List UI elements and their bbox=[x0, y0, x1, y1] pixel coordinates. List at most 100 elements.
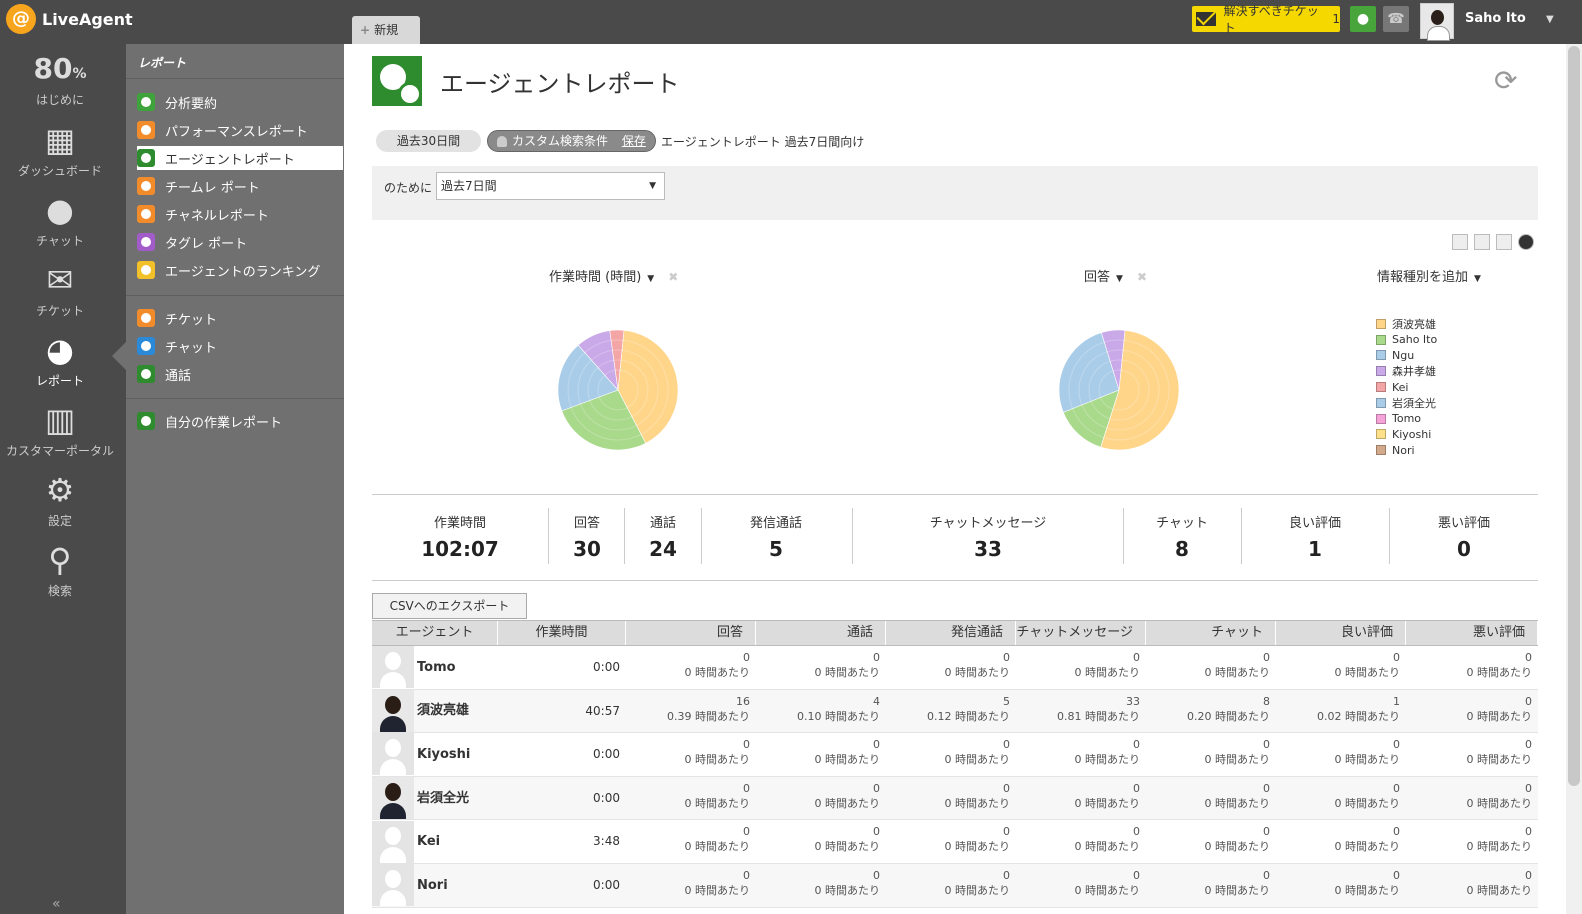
agent-name[interactable]: Kei bbox=[417, 834, 440, 849]
area-chart-view-icon[interactable] bbox=[1452, 234, 1468, 250]
metric-rate: 0 時間あたり bbox=[1334, 840, 1401, 854]
metric-rate: 0 時間あたり bbox=[1466, 840, 1533, 854]
agent-name[interactable]: Tomo bbox=[417, 660, 456, 675]
legend-item[interactable]: Nori bbox=[1376, 442, 1437, 458]
agent-name[interactable]: 岩須全光 bbox=[417, 791, 469, 806]
chart-view-switcher bbox=[1452, 234, 1534, 250]
export-csv-button[interactable]: CSVへのエクスポート bbox=[372, 593, 527, 619]
legend-item[interactable]: Ngu bbox=[1376, 348, 1437, 364]
legend-item[interactable]: 岩須全光 bbox=[1376, 395, 1437, 411]
table-row[interactable]: 岩須全光 0:00 0 0 時間あたり 0 0 時間あたり 0 0 時間あたり 0 0 時間あたり… bbox=[372, 776, 1538, 821]
legend-item[interactable]: 須波亮雄 bbox=[1376, 316, 1437, 332]
nav-settings[interactable]: ⚙ 設定 bbox=[0, 472, 120, 529]
subnav-item-my-work-report[interactable]: 自分の作業レポート bbox=[137, 409, 343, 433]
stat-good-ratings: 良い評価 1 bbox=[1243, 512, 1387, 561]
work-time-cell: 0:00 bbox=[593, 747, 620, 762]
metric-count: 0 bbox=[743, 781, 750, 795]
add-info-type-select[interactable]: 情報種別を追加 ▼ bbox=[1377, 266, 1481, 285]
subnav-item-team-report[interactable]: チームレ ポート bbox=[137, 174, 343, 198]
line-chart-view-icon[interactable] bbox=[1474, 234, 1490, 250]
liveagent-logo[interactable]: @ LiveAgent bbox=[6, 4, 133, 34]
pending-tickets-button[interactable]: 解決すべきチケット 1 bbox=[1192, 4, 1340, 35]
envelope-icon: ✉ bbox=[46, 261, 74, 299]
nav-getting-started[interactable]: 80% はじめに bbox=[0, 52, 120, 108]
metric-count: 0 bbox=[873, 781, 880, 795]
subnav-item-label: チャネルレポート bbox=[165, 208, 269, 224]
legend-item[interactable]: Kei bbox=[1376, 379, 1437, 395]
stat-calls: 通話 24 bbox=[626, 512, 700, 561]
phone-status-icon[interactable]: ☎ bbox=[1383, 6, 1409, 32]
custom-filter-pill[interactable]: カスタム検索条件 保存 bbox=[487, 130, 656, 152]
agent-name[interactable]: Nori bbox=[417, 878, 448, 893]
period-select[interactable]: 過去7日間 ▼ bbox=[436, 172, 665, 200]
table-row[interactable]: 須波亮雄 40:57 16 0.39 時間あたり 4 0.10 時間あたり 5 0.12 時間… bbox=[372, 689, 1538, 734]
work-time-cell: 0:00 bbox=[593, 660, 620, 674]
table-row[interactable]: Kei 3:48 0 0 時間あたり 0 0 時間あたり 0 0 時間あたり 0 0 時間あたり 0… bbox=[372, 820, 1538, 864]
metric-cell: 00 時間あたり bbox=[1406, 690, 1538, 733]
subnav-item-agent-ranking[interactable]: エージェントのランキング bbox=[137, 258, 343, 282]
subnav-item-analysis-summary[interactable]: 分析要約 bbox=[137, 90, 343, 114]
table-row[interactable]: Nori 0:00 0 0 時間あたり 0 0 時間あたり 0 0 時間あたり 0 0 時間あたり… bbox=[372, 863, 1538, 908]
divider bbox=[126, 78, 344, 79]
scrollbar-thumb[interactable] bbox=[1568, 46, 1580, 786]
stat-value: 8 bbox=[1175, 537, 1189, 561]
chat-status-icon[interactable]: ● bbox=[1350, 6, 1376, 32]
legend-item[interactable]: Kiyoshi bbox=[1376, 427, 1437, 443]
column-header[interactable]: 通話 bbox=[756, 621, 886, 645]
subnav-item-tag-report[interactable]: タグレ ポート bbox=[137, 230, 343, 254]
legend-item[interactable]: Tomo bbox=[1376, 411, 1437, 427]
top-bar: @ LiveAgent + 新規 解決すべきチケット 1 ● ☎ Saho Ito… bbox=[0, 0, 1582, 44]
column-header[interactable]: エージェント bbox=[372, 621, 498, 645]
nav-search[interactable]: ⚲ 検索 bbox=[0, 542, 120, 599]
subnav-item-chat[interactable]: チャット bbox=[137, 334, 343, 358]
user-avatar[interactable] bbox=[1420, 3, 1454, 41]
metric-rate: 0.12 時間あたり bbox=[927, 709, 1010, 723]
nav-tickets[interactable]: ✉ チケット bbox=[0, 262, 120, 319]
chevron-down-icon[interactable]: ▼ bbox=[1546, 14, 1554, 25]
new-tab-button[interactable]: + 新規 bbox=[352, 16, 420, 44]
legend-item[interactable]: 森井孝雄 bbox=[1376, 363, 1437, 379]
agent-name[interactable]: Kiyoshi bbox=[417, 747, 470, 762]
report-icon bbox=[137, 149, 155, 167]
legend-item[interactable]: Saho Ito bbox=[1376, 332, 1437, 348]
left-chart-metric-select[interactable]: 作業時間 (時間) ▼ ✖ bbox=[549, 266, 678, 285]
save-filter-link[interactable]: 保存 bbox=[622, 134, 646, 148]
column-header[interactable]: 作業時間 bbox=[498, 621, 626, 645]
column-header[interactable]: 回答 bbox=[626, 621, 756, 645]
filter-pill-30-days[interactable]: 過去30日間 bbox=[376, 130, 481, 152]
metric-count: 0 bbox=[1133, 825, 1140, 839]
table-row[interactable]: Tomo 0:00 0 0 時間あたり 0 0 時間あたり 0 0 時間あたり 0 0 時間あたり… bbox=[372, 646, 1538, 690]
agent-cell: Tomo bbox=[372, 646, 498, 689]
refresh-icon[interactable]: ⟳ bbox=[1494, 64, 1517, 97]
nav-dashboard[interactable]: ▦ ダッシュボード bbox=[0, 122, 120, 179]
remove-metric-icon[interactable]: ✖ bbox=[1137, 270, 1147, 284]
column-header[interactable]: 発信通話 bbox=[886, 621, 1016, 645]
subnav-item-channel-report[interactable]: チャネルレポート bbox=[137, 202, 343, 226]
pie-chart-view-icon[interactable] bbox=[1518, 234, 1534, 250]
subnav-item-label: パフォーマンスレポート bbox=[165, 124, 308, 140]
subnav-item-agent-report[interactable]: エージェントレポート bbox=[137, 146, 343, 170]
collapse-sidebar-icon[interactable]: « bbox=[52, 896, 61, 912]
column-header[interactable]: 悪い評価 bbox=[1406, 621, 1538, 645]
bar-chart-view-icon[interactable] bbox=[1496, 234, 1512, 250]
subnav-item-calls[interactable]: 通話 bbox=[137, 362, 343, 386]
subnav-item-label: 分析要約 bbox=[165, 96, 218, 112]
column-header[interactable]: 良い評価 bbox=[1276, 621, 1406, 645]
agent-name[interactable]: 須波亮雄 bbox=[417, 703, 469, 718]
right-chart-metric-select[interactable]: 回答 ▼ ✖ bbox=[1084, 266, 1147, 285]
column-header[interactable]: チャットメッセージ bbox=[1016, 621, 1146, 645]
user-name[interactable]: Saho Ito bbox=[1465, 11, 1526, 26]
subnav-item-performance-report[interactable]: パフォーマンスレポート bbox=[137, 118, 343, 142]
table-row[interactable]: Kiyoshi 0:00 0 0 時間あたり 0 0 時間あたり 0 0 時間あたり 0 0 時間… bbox=[372, 733, 1538, 777]
remove-metric-icon[interactable]: ✖ bbox=[668, 270, 678, 284]
metric-cell: 00 時間あたり bbox=[886, 733, 1016, 776]
metric-cell: 00 時間あたり bbox=[1146, 820, 1276, 863]
nav-reports[interactable]: ◕ レポート bbox=[0, 332, 120, 389]
vertical-scrollbar[interactable] bbox=[1566, 44, 1582, 914]
agent-cell: Nori bbox=[372, 864, 498, 907]
column-header[interactable]: チャット bbox=[1146, 621, 1276, 645]
nav-chat[interactable]: ● チャット bbox=[0, 192, 120, 249]
nav-customer-portal[interactable]: ▥ カスタマーポータル bbox=[0, 402, 120, 459]
subnav-item-tickets[interactable]: チケット bbox=[137, 306, 343, 330]
metric-count: 0 bbox=[1525, 825, 1532, 839]
